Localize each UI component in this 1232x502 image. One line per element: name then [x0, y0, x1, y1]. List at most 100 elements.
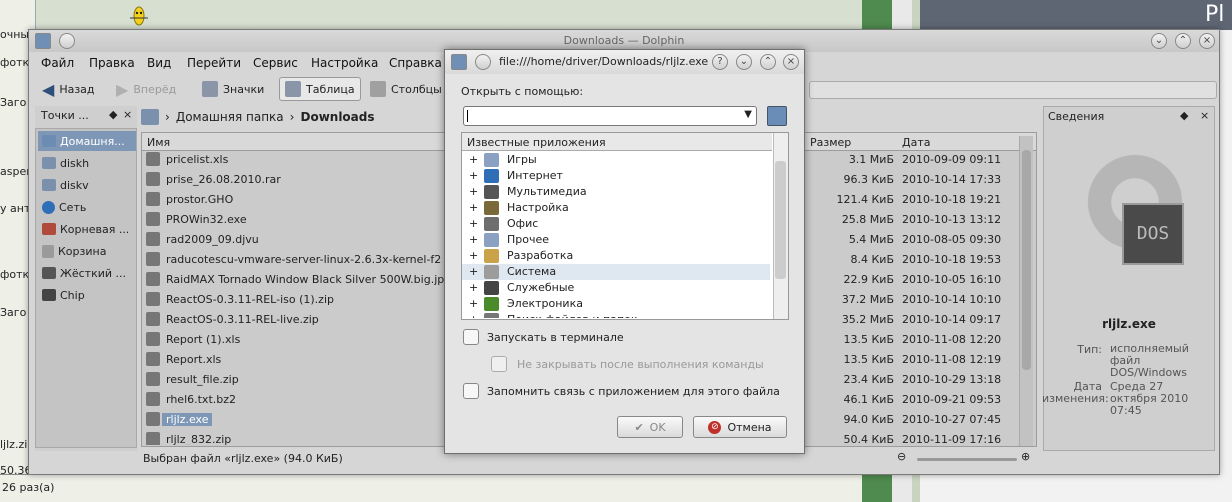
info-filename: rljlz.exe [1102, 317, 1156, 331]
category-label: Разработка [507, 249, 574, 262]
tree-scroll-thumb[interactable] [775, 161, 786, 279]
background-right-title: Pl [1205, 2, 1225, 27]
browse-button[interactable] [767, 106, 787, 126]
expand-icon[interactable]: + [469, 185, 478, 198]
minimize-button[interactable]: ⌄ [1151, 33, 1167, 49]
back-button[interactable]: ◀ Назад [37, 77, 100, 101]
category-item[interactable]: + Мультимедиа [462, 184, 770, 200]
minimize-button[interactable]: ⌄ [736, 54, 752, 70]
remember-label: Запомнить связь с приложением для этого … [487, 385, 780, 398]
type-value: исполняемый файл DOS/Windows [1110, 342, 1189, 379]
category-item[interactable]: + Электроника [462, 296, 770, 312]
category-item[interactable]: + Игры [462, 152, 770, 168]
file-size: 46.1 КиБ [843, 393, 895, 406]
place-diskh[interactable]: diskh [38, 153, 136, 173]
expand-icon[interactable]: + [469, 281, 478, 294]
view-table-button[interactable]: Таблица [279, 77, 361, 101]
expand-icon[interactable]: + [469, 313, 478, 318]
app-menu-icon[interactable] [451, 54, 467, 70]
folder-icon [42, 135, 56, 147]
menu-tools[interactable]: Сервис [253, 56, 298, 70]
breadcrumb-current[interactable]: Downloads [300, 110, 374, 124]
file-date: 2010-10-29 13:18 [902, 373, 1002, 386]
back-label: Назад [59, 82, 95, 96]
banana-icon [126, 4, 152, 28]
float-icon[interactable]: ◆ [1180, 109, 1188, 122]
check-icon: ✔ [634, 420, 644, 434]
expand-icon[interactable]: + [469, 201, 478, 214]
file-name: rljlz_832.zip [166, 433, 232, 445]
search-input[interactable] [809, 81, 1217, 99]
expand-icon[interactable]: + [469, 249, 478, 262]
menu-edit[interactable]: Правка [89, 56, 135, 70]
place-label: Корневая ... [60, 222, 130, 236]
menu-settings[interactable]: Настройка [311, 56, 378, 70]
ok-button[interactable]: ✔ OK [617, 416, 683, 438]
category-item[interactable]: + Разработка [462, 248, 770, 264]
category-item[interactable]: + Настройка [462, 200, 770, 216]
menu-go[interactable]: Перейти [187, 56, 241, 70]
category-item[interactable]: + Служебные [462, 280, 770, 296]
file-list-scroll-thumb[interactable] [1022, 150, 1031, 370]
place-home[interactable]: Домашня... [38, 131, 136, 151]
expand-icon[interactable]: + [469, 153, 478, 166]
menu-file[interactable]: Файл [41, 56, 74, 70]
keep-open-checkbox[interactable] [491, 356, 507, 372]
column-size[interactable]: Размер [810, 136, 851, 149]
file-size: 121.4 КиБ [836, 193, 895, 206]
category-item[interactable]: + Офис [462, 216, 770, 232]
close-button[interactable]: × [783, 54, 799, 70]
zoom-slider[interactable] [917, 458, 1017, 461]
menu-view[interactable]: Вид [147, 56, 171, 70]
category-icon [484, 169, 499, 183]
home-icon[interactable] [141, 109, 159, 125]
view-icons-button[interactable]: Значки [197, 77, 269, 101]
bg-text: очны [0, 28, 30, 41]
dialog-title-bar: file:///home/driver/Downloads/rljlz.exe … [445, 50, 804, 74]
maximize-button[interactable]: ⌃ [1175, 33, 1191, 49]
expand-icon[interactable]: + [469, 297, 478, 310]
category-item[interactable]: + Прочее [462, 232, 770, 248]
column-name[interactable]: Имя [147, 136, 170, 149]
places-list: Домашня... diskh diskv Сеть Корневая ...… [35, 128, 137, 448]
expand-icon[interactable]: + [469, 233, 478, 246]
category-item[interactable]: + Интернет [462, 168, 770, 184]
column-date[interactable]: Дата [902, 136, 930, 149]
bg-text: 26 раз(а) [2, 481, 55, 494]
menu-help[interactable]: Справка [389, 56, 442, 70]
places-title: Точки ... [41, 109, 89, 122]
close-panel-icon[interactable]: × [123, 108, 132, 121]
category-item[interactable]: + Поиск файлов и папок [462, 312, 770, 318]
expand-icon[interactable]: + [469, 169, 478, 182]
close-button[interactable]: × [1199, 33, 1215, 49]
place-root[interactable]: Корневая ... [38, 219, 136, 239]
expand-icon[interactable]: + [469, 217, 478, 230]
cancel-button[interactable]: ⊘ Отмена [693, 416, 787, 438]
application-combo[interactable]: ▼ [463, 106, 757, 126]
bg-text: Заго [0, 306, 27, 319]
forward-button[interactable]: ▶ Вперёд [111, 77, 181, 101]
place-diskv[interactable]: diskv [38, 175, 136, 195]
zoom-out-icon[interactable]: ⊖ [897, 450, 906, 463]
file-size: 94.0 КиБ [843, 413, 895, 426]
close-panel-icon[interactable]: × [1200, 109, 1209, 122]
place-chip[interactable]: Chip [38, 285, 136, 305]
help-button[interactable]: ? [712, 54, 728, 70]
breadcrumb-home[interactable]: Домашняя папка [176, 110, 284, 124]
place-network[interactable]: Сеть [38, 197, 136, 217]
remember-checkbox[interactable] [463, 383, 479, 399]
view-columns-button[interactable]: Столбцы [365, 77, 447, 101]
pin-button[interactable] [475, 54, 491, 70]
float-icon[interactable]: ◆ [109, 108, 117, 121]
place-label: Домашня... [60, 134, 125, 148]
file-name: raducotescu-vmware-server-linux-2.6.3x-k… [166, 253, 442, 266]
run-in-terminal-checkbox[interactable] [463, 329, 479, 345]
zoom-in-icon[interactable]: ⊕ [1021, 450, 1030, 463]
maximize-button[interactable]: ⌃ [760, 54, 776, 70]
info-title: Сведения [1048, 110, 1105, 123]
date-value: Среда 27 октября 2010 07:45 [1110, 380, 1189, 417]
place-trash[interactable]: Корзина [38, 241, 136, 261]
place-harddisk[interactable]: Жёсткий ... [38, 263, 136, 283]
category-item[interactable]: + Система [462, 264, 770, 280]
expand-icon[interactable]: + [469, 265, 478, 278]
